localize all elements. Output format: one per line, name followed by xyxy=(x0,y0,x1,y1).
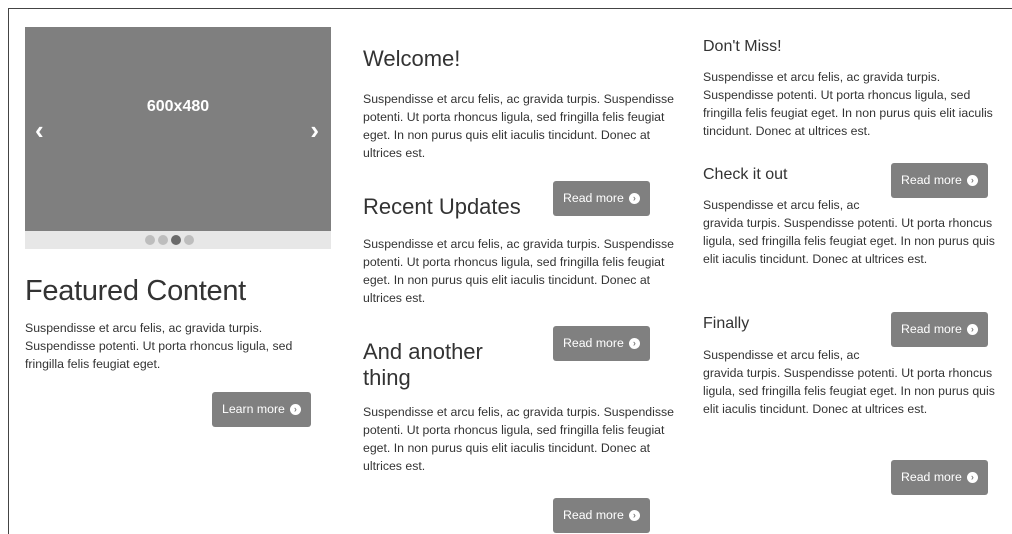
carousel-indicators xyxy=(145,235,194,245)
read-more-label: Read more xyxy=(901,173,962,187)
another-read-more-button[interactable]: Read more › xyxy=(553,498,650,533)
carousel-slide: 600x480 ‹ › xyxy=(25,27,331,231)
read-more-label: Read more xyxy=(563,191,624,205)
featured-text: Suspendisse et arcu felis, ac gravida tu… xyxy=(25,321,293,371)
read-more-label: Read more xyxy=(563,508,624,522)
slide-placeholder-label: 600x480 xyxy=(146,98,210,115)
recent-read-more-button[interactable]: Read more › xyxy=(553,326,650,361)
dont-miss-text: Suspendisse et arcu felis, ac gravida tu… xyxy=(703,70,993,138)
welcome-text: Suspendisse et arcu felis, ac gravida tu… xyxy=(363,92,675,160)
learn-more-button[interactable]: Learn more › xyxy=(212,392,311,427)
read-more-label: Read more xyxy=(901,470,962,484)
carousel-dot[interactable] xyxy=(145,235,155,245)
circle-arrow-right-icon: › xyxy=(628,193,640,204)
image-carousel[interactable]: 600x480 ‹ › xyxy=(25,27,331,249)
carousel-dot[interactable] xyxy=(184,235,194,245)
circle-arrow-right-icon: › xyxy=(966,472,978,483)
finally-read-more-button-2[interactable]: Read more › xyxy=(891,460,988,495)
welcome-title: Welcome! xyxy=(363,46,461,71)
recent-updates-text: Suspendisse et arcu felis, ac gravida tu… xyxy=(363,237,675,305)
paragraph-narrow-segment: Suspendisse et arcu felis, ac xyxy=(703,348,860,362)
recent-updates-title: Recent Updates xyxy=(363,194,521,219)
dont-miss-title: Don't Miss! xyxy=(703,38,782,55)
check-it-out-title: Check it out xyxy=(703,166,788,183)
learn-more-label: Learn more xyxy=(222,402,285,416)
circle-arrow-right-icon: › xyxy=(966,324,978,335)
finally-title: Finally xyxy=(703,315,750,332)
paragraph-narrow-segment: Suspendisse et arcu felis, ac xyxy=(703,198,860,212)
page-frame: 600x480 ‹ › Featured Content Suspendisse… xyxy=(8,8,1012,534)
circle-arrow-right-icon: › xyxy=(628,338,640,349)
welcome-read-more-button[interactable]: Read more › xyxy=(553,181,650,216)
featured-title: Featured Content xyxy=(25,275,246,307)
finally-read-more-button[interactable]: Read more › xyxy=(891,312,988,347)
carousel-next-icon[interactable]: › xyxy=(310,117,319,143)
circle-arrow-right-icon: › xyxy=(289,404,301,415)
another-thing-text: Suspendisse et arcu felis, ac gravida tu… xyxy=(363,405,675,473)
read-more-label: Read more xyxy=(901,322,962,336)
carousel-dot-active[interactable] xyxy=(171,235,181,245)
read-more-label: Read more xyxy=(563,336,624,350)
circle-arrow-right-icon: › xyxy=(966,175,978,186)
carousel-dot[interactable] xyxy=(158,235,168,245)
check-read-more-button[interactable]: Read more › xyxy=(891,163,988,198)
another-thing-title: And another thing xyxy=(363,339,483,390)
carousel-prev-icon[interactable]: ‹ xyxy=(35,117,44,143)
paragraph-full-segment: gravida turpis. Suspendisse potenti. Ut … xyxy=(703,216,995,266)
finally-text: Suspendisse et arcu felis, ac gravida tur… xyxy=(703,346,1009,418)
paragraph-full-segment: gravida turpis. Suspendisse potenti. Ut … xyxy=(703,366,995,416)
check-it-out-text: Suspendisse et arcu felis, ac gravida tur… xyxy=(703,196,1009,268)
circle-arrow-right-icon: › xyxy=(628,510,640,521)
